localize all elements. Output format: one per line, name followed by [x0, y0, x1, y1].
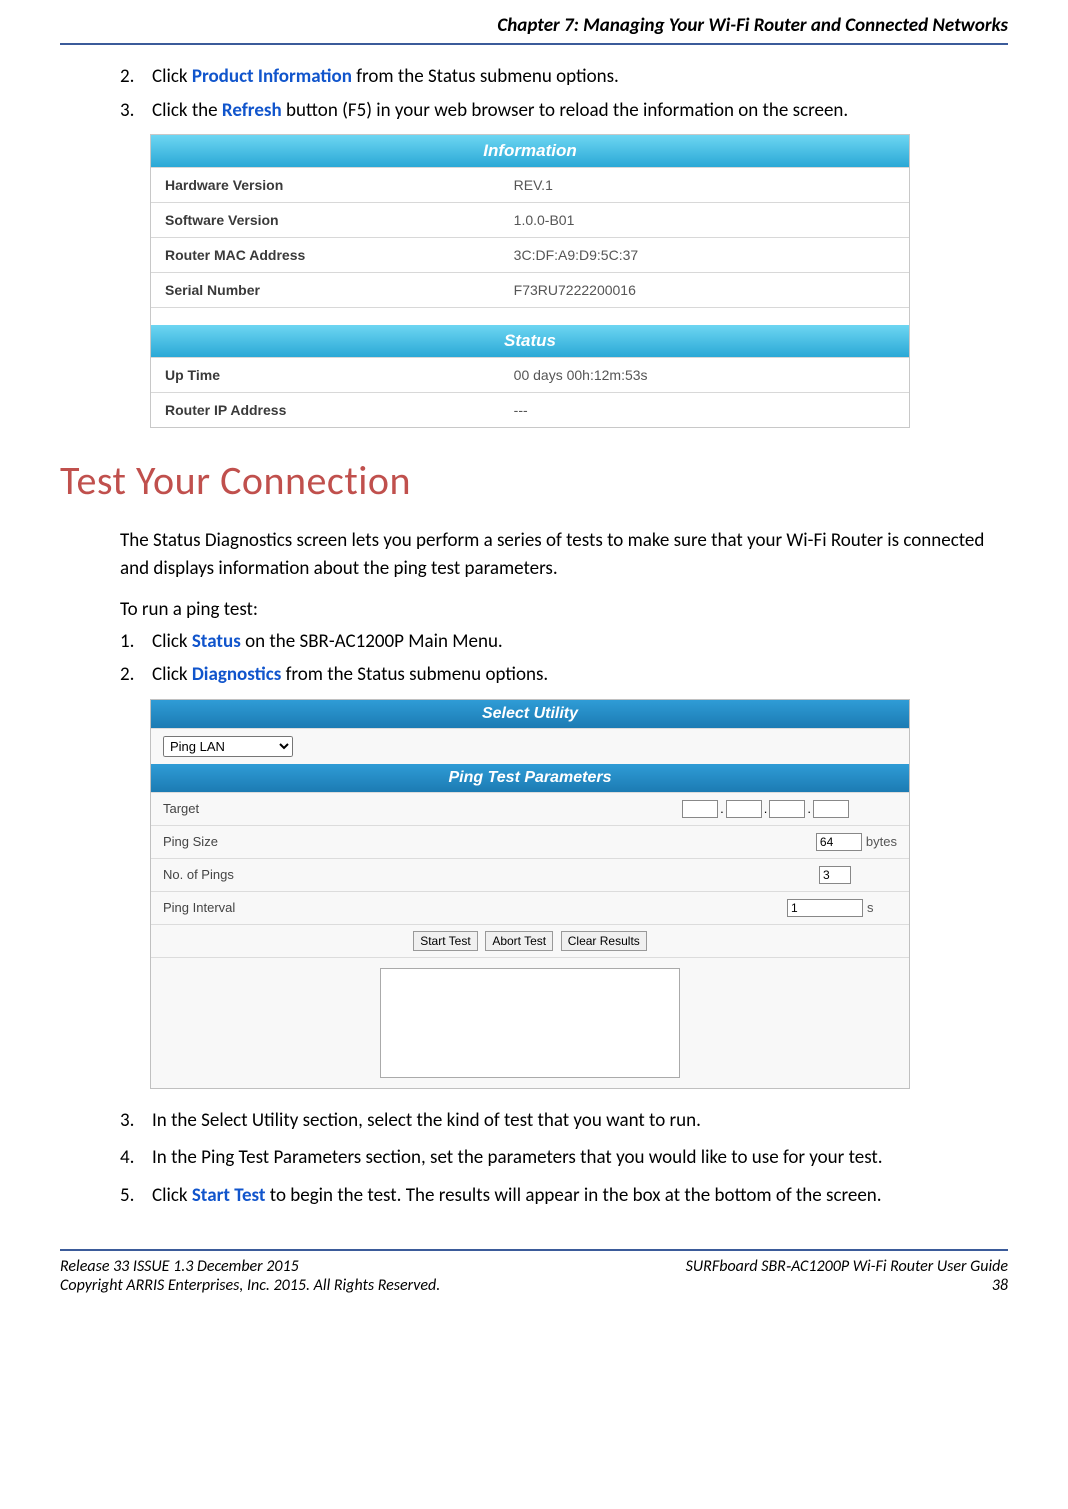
list-item: 3. Click the Refresh button (F5) in your…	[120, 97, 1008, 125]
table-row: Router MAC Address 3C:DF:A9:D9:5C:37	[151, 237, 909, 272]
abort-test-button[interactable]: Abort Test	[485, 931, 553, 951]
clear-results-button[interactable]: Clear Results	[561, 931, 647, 951]
row-label: Up Time	[151, 358, 500, 392]
row-value: 00 days 00h:12m:53s	[500, 358, 909, 392]
num-pings-row: No. of Pings	[151, 858, 909, 891]
ping-figure: Select Utility Ping LAN Ping Test Parame…	[150, 699, 910, 1089]
text: from the Status submenu options.	[281, 663, 548, 686]
ping-size-label: Ping Size	[163, 834, 218, 849]
ping-size-unit: bytes	[866, 834, 897, 849]
ping-params-header: Ping Test Parameters	[151, 764, 909, 792]
table-row: Up Time 00 days 00h:12m:53s	[151, 357, 909, 392]
row-value: ---	[500, 393, 909, 427]
list-item: 1. Click Status on the SBR-AC1200P Main …	[120, 628, 1008, 656]
row-label: Router IP Address	[151, 393, 500, 427]
num-pings-label: No. of Pings	[163, 867, 234, 882]
link-refresh[interactable]: Refresh	[222, 99, 282, 122]
row-label: Hardware Version	[151, 168, 500, 202]
select-utility-header: Select Utility	[151, 700, 909, 728]
text: Click	[152, 663, 192, 686]
target-label: Target	[163, 801, 199, 816]
ping-interval-label: Ping Interval	[163, 900, 235, 915]
section-heading: Test Your Connection	[60, 456, 1008, 505]
list-number: 4.	[120, 1144, 134, 1172]
status-header: Status	[151, 325, 909, 357]
chapter-header: Chapter 7: Managing Your Wi-Fi Router an…	[60, 10, 1008, 45]
list-item: 5. Click Start Test to begin the test. T…	[120, 1182, 1008, 1210]
top-ordered-list: 2. Click Product Information from the St…	[120, 63, 1008, 124]
table-row: Serial Number F73RU7222200016	[151, 272, 909, 307]
text: In the Select Utility section, select th…	[152, 1109, 701, 1132]
footer-guide-title: SURFboard SBR‑AC1200P Wi-Fi Router User …	[686, 1257, 1008, 1276]
info-header: Information	[151, 135, 909, 167]
link-start-test[interactable]: Start Test	[192, 1184, 266, 1207]
ping-interval-inputs: s	[787, 899, 897, 917]
button-row: Start Test Abort Test Clear Results	[151, 924, 909, 957]
spacer	[151, 307, 909, 325]
list-number: 5.	[120, 1182, 134, 1210]
paragraph: To run a ping test:	[60, 596, 1008, 624]
row-label: Software Version	[151, 203, 500, 237]
list-item: 2. Click Product Information from the St…	[120, 63, 1008, 91]
row-value: 1.0.0-B01	[500, 203, 909, 237]
text: Click the	[152, 99, 222, 122]
select-utility-row: Ping LAN	[151, 728, 909, 764]
num-pings-input[interactable]	[819, 866, 851, 884]
num-pings-inputs	[819, 866, 897, 884]
target-octet-2[interactable]	[726, 800, 762, 818]
target-octet-1[interactable]	[682, 800, 718, 818]
footer-copyright: Copyright ARRIS Enterprises, Inc. 2015. …	[60, 1276, 440, 1295]
row-value: REV.1	[500, 168, 909, 202]
table-row: Router IP Address ---	[151, 392, 909, 427]
table-row: Hardware Version REV.1	[151, 167, 909, 202]
row-value: F73RU7222200016	[500, 273, 909, 307]
link-status[interactable]: Status	[192, 630, 241, 653]
text: Click	[152, 1184, 192, 1207]
text: on the SBR-AC1200P Main Menu.	[241, 630, 503, 653]
list-item: 2. Click Diagnostics from the Status sub…	[120, 661, 1008, 689]
text: Click	[152, 630, 192, 653]
list-number: 3.	[120, 97, 134, 125]
row-value: 3C:DF:A9:D9:5C:37	[500, 238, 909, 272]
text: from the Status submenu options.	[352, 65, 619, 88]
results-textarea[interactable]	[380, 968, 680, 1078]
list-number: 2.	[120, 661, 134, 689]
list-number: 1.	[120, 628, 134, 656]
ping-interval-input[interactable]	[787, 899, 863, 917]
target-row: Target . . .	[151, 792, 909, 825]
list-number: 3.	[120, 1107, 134, 1135]
list-item: 3. In the Select Utility section, select…	[120, 1107, 1008, 1135]
row-label: Serial Number	[151, 273, 500, 307]
utility-select[interactable]: Ping LAN	[163, 736, 293, 757]
ping-interval-row: Ping Interval s	[151, 891, 909, 924]
row-label: Router MAC Address	[151, 238, 500, 272]
target-inputs: . . .	[680, 800, 897, 818]
link-product-information[interactable]: Product Information	[192, 65, 352, 88]
ping-interval-unit: s	[867, 900, 897, 915]
footer-release: Release 33 ISSUE 1.3 December 2015	[60, 1257, 299, 1276]
table-row: Software Version 1.0.0-B01	[151, 202, 909, 237]
text: to begin the test. The results will appe…	[266, 1184, 882, 1207]
information-figure: Information Hardware Version REV.1 Softw…	[150, 134, 910, 428]
page-footer: Release 33 ISSUE 1.3 December 2015 SURFb…	[60, 1249, 1008, 1295]
list-item: 4. In the Ping Test Parameters section, …	[120, 1144, 1008, 1172]
ping-steps-bottom: 3. In the Select Utility section, select…	[120, 1107, 1008, 1210]
paragraph: The Status Diagnostics screen lets you p…	[60, 527, 1008, 582]
ping-size-input[interactable]	[816, 833, 862, 851]
text: Click	[152, 65, 192, 88]
start-test-button[interactable]: Start Test	[413, 931, 477, 951]
ping-steps-top: 1. Click Status on the SBR-AC1200P Main …	[120, 628, 1008, 689]
footer-page-number: 38	[992, 1276, 1008, 1295]
target-octet-3[interactable]	[769, 800, 805, 818]
list-number: 2.	[120, 63, 134, 91]
target-octet-4[interactable]	[813, 800, 849, 818]
ping-size-row: Ping Size bytes	[151, 825, 909, 858]
ping-size-inputs: bytes	[816, 833, 897, 851]
link-diagnostics[interactable]: Diagnostics	[192, 663, 281, 686]
text: In the Ping Test Parameters section, set…	[152, 1146, 883, 1169]
text: button (F5) in your web browser to reloa…	[282, 99, 849, 122]
